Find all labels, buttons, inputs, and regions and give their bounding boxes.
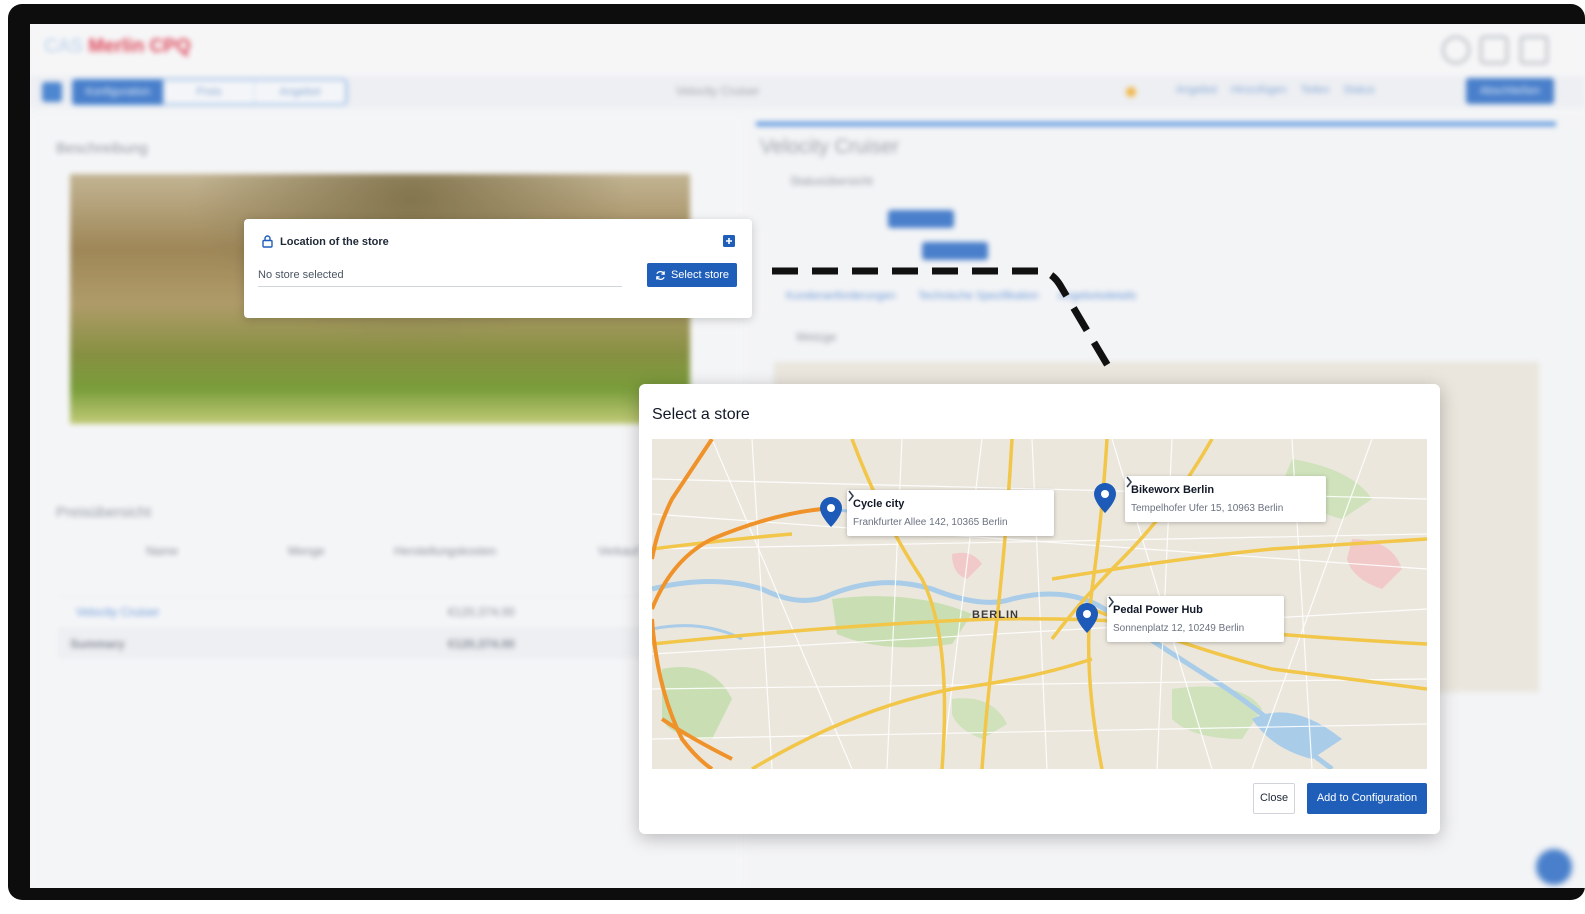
field-underline bbox=[258, 286, 622, 287]
section-price-overview[interactable]: Preisübersicht bbox=[56, 504, 151, 521]
store-address: Sonnenplatz 12, 10249 Berlin bbox=[1113, 623, 1245, 634]
column-header: Herstellungskosten bbox=[394, 544, 497, 558]
location-card-title: Location of the store bbox=[280, 236, 389, 248]
add-to-configuration-button[interactable]: Add to Configuration bbox=[1307, 783, 1427, 814]
location-card: Location of the store No store selected … bbox=[244, 219, 752, 318]
chat-fab[interactable] bbox=[1536, 849, 1572, 885]
product-title: Velocity Cruiser bbox=[676, 84, 760, 98]
lock-icon bbox=[262, 235, 273, 248]
map-section-label: Wetzge bbox=[796, 330, 837, 344]
toolbar-link[interactable]: Hinzufügen bbox=[1231, 84, 1287, 96]
finish-button[interactable]: Abschließen bbox=[1466, 78, 1554, 104]
store-address: Frankfurter Allee 142, 10365 Berlin bbox=[853, 517, 1008, 528]
menu-icon[interactable] bbox=[42, 82, 62, 102]
toolbar-link[interactable]: Teilen bbox=[1301, 84, 1330, 96]
logout-icon[interactable] bbox=[1520, 36, 1548, 64]
store-name: Cycle city bbox=[853, 498, 905, 510]
chevron-right-icon bbox=[1108, 596, 1115, 608]
dialog-title: Select a store bbox=[652, 406, 750, 423]
add-icon[interactable] bbox=[723, 235, 735, 247]
store-address: Tempelhofer Ufer 15, 10963 Berlin bbox=[1131, 503, 1284, 514]
toolbar: Konfiguration Preis Angebot Velocity Cru… bbox=[30, 76, 1585, 108]
select-store-label: Select store bbox=[670, 269, 730, 281]
store-value: No store selected bbox=[258, 269, 344, 281]
row-name[interactable]: Velocity Cruiser bbox=[76, 605, 159, 619]
tab-customer-requirements[interactable]: Kundenanforderungen bbox=[786, 290, 895, 302]
table-row: Summary €120,374.00 bbox=[58, 628, 678, 659]
row-cost: €120,374.00 bbox=[448, 605, 515, 619]
row-cost: €120,374.00 bbox=[448, 637, 515, 651]
column-header: Menge bbox=[288, 544, 325, 558]
close-button[interactable]: Close bbox=[1253, 783, 1295, 814]
store-card-bikeworx-berlin[interactable]: Bikeworx Berlin Tempelhofer Ufer 15, 109… bbox=[1125, 476, 1326, 522]
store-name: Pedal Power Hub bbox=[1113, 604, 1203, 616]
row-name: Summary bbox=[70, 637, 125, 651]
price-table-header: Name Menge Herstellungskosten Verkauf bbox=[58, 536, 678, 566]
section-description[interactable]: Beschreibung bbox=[56, 140, 148, 157]
table-row: Velocity Cruiser €120,374.00 bbox=[58, 596, 678, 627]
tab-quote[interactable]: Angebot bbox=[255, 80, 346, 104]
column-header: Verkauf bbox=[598, 544, 639, 558]
tab-technical-spec[interactable]: Technische Spezifikation bbox=[918, 290, 1038, 302]
logo-text: Merlin CPQ bbox=[88, 36, 191, 57]
status-dot bbox=[1126, 87, 1136, 97]
mode-tabs: Konfiguration Preis Angebot bbox=[72, 79, 347, 105]
status-badge bbox=[888, 210, 954, 228]
toolbar-links: Angebot Hinzufügen Teilen Status bbox=[1176, 84, 1375, 96]
toolbar-link[interactable]: Status bbox=[1343, 84, 1374, 96]
tab-price[interactable]: Preis bbox=[164, 80, 255, 104]
chevron-right-icon bbox=[848, 490, 855, 502]
progress-bar bbox=[756, 122, 1556, 126]
select-store-button[interactable]: Select store bbox=[647, 263, 737, 287]
map-pin-icon[interactable] bbox=[1094, 483, 1116, 513]
map-pin-icon[interactable] bbox=[1076, 603, 1098, 633]
store-name: Bikeworx Berlin bbox=[1131, 484, 1215, 496]
map-pin-icon[interactable] bbox=[820, 497, 842, 527]
app-header: CAS Merlin CPQ bbox=[30, 24, 1585, 76]
toolbar-link[interactable]: Angebot bbox=[1176, 84, 1217, 96]
tab-configuration[interactable]: Konfiguration bbox=[73, 80, 164, 104]
status-heading[interactable]: Statusübersicht bbox=[790, 174, 873, 188]
column-header: Name bbox=[146, 544, 179, 558]
store-card-pedal-power-hub[interactable]: Pedal Power Hub Sonnenplatz 12, 10249 Be… bbox=[1107, 596, 1284, 642]
chevron-right-icon bbox=[1126, 476, 1133, 488]
select-store-dialog: Select a store BERLIN Cycle city Frankfu… bbox=[639, 384, 1440, 834]
status-badge bbox=[922, 242, 988, 260]
store-card-cycle-city[interactable]: Cycle city Frankfurter Allee 142, 10365 … bbox=[847, 490, 1054, 536]
refresh-icon bbox=[656, 270, 665, 280]
logo-prefix: CAS bbox=[44, 36, 84, 57]
app-logo: CAS Merlin CPQ bbox=[44, 36, 191, 58]
tab-quote-details[interactable]: Angebotsdetails bbox=[1058, 290, 1136, 302]
store-map[interactable]: BERLIN Cycle city Frankfurter Allee 142,… bbox=[652, 439, 1427, 769]
help-icon[interactable] bbox=[1442, 36, 1470, 64]
user-icon[interactable] bbox=[1480, 36, 1508, 64]
right-panel-title: Velocity Cruiser bbox=[760, 136, 899, 158]
city-label: BERLIN bbox=[972, 609, 1019, 621]
